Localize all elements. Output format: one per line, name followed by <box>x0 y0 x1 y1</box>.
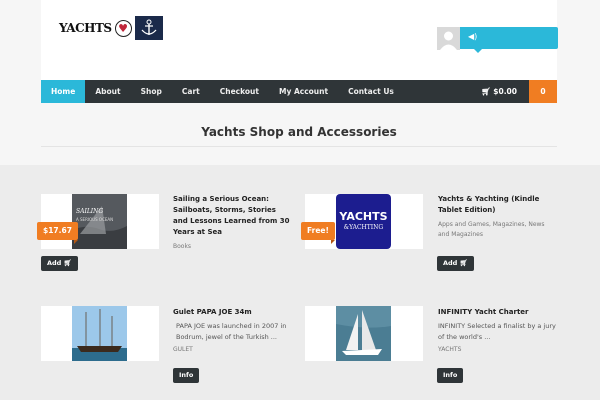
cart-total-button[interactable]: 🛒︎ $0.00 <box>469 80 529 103</box>
user-avatar[interactable] <box>437 27 460 50</box>
anchor-icon <box>134 16 163 40</box>
nav-home[interactable]: Home <box>41 80 86 103</box>
logo-text: YACHTS <box>59 21 112 35</box>
main-nav: Home About Shop Cart Checkout My Account… <box>41 80 557 103</box>
nav-checkout[interactable]: Checkout <box>210 80 269 103</box>
nav-contact-us[interactable]: Contact Us <box>338 80 404 103</box>
info-button[interactable]: Info <box>437 368 464 383</box>
add-to-cart-button[interactable]: Add 🛒︎ <box>41 256 78 271</box>
cart-icon: 🛒︎ <box>63 259 72 267</box>
price-tag: $17.67 <box>37 222 78 244</box>
volume-icon: ◀) <box>468 32 478 41</box>
cart-icon: 🛒︎ <box>459 259 468 267</box>
product-description: PAPA JOE was launched in 2007 in Bodrum,… <box>176 322 287 341</box>
product-category[interactable]: YACHTS <box>438 345 461 355</box>
nav-about[interactable]: About <box>85 80 130 103</box>
site-logo[interactable]: YACHTS ♥ <box>59 16 163 40</box>
svg-text:SAILING: SAILING <box>76 208 103 215</box>
info-button[interactable]: Info <box>173 368 200 383</box>
nav-my-account[interactable]: My Account <box>269 80 338 103</box>
product-description: INFINITY Selected a finalist by a jury o… <box>438 322 556 341</box>
product-card: YACHTS &YACHTING Free! Add 🛒︎ Yachts & Y… <box>300 165 600 280</box>
product-category[interactable]: Apps and Games, Magazines, News and Maga… <box>438 220 556 240</box>
cart-icon: 🛒︎ <box>481 87 491 96</box>
user-message-bar[interactable]: ◀) <box>460 27 558 53</box>
product-title[interactable]: INFINITY Yacht Charter <box>438 307 556 318</box>
product-title[interactable]: Yachts & Yachting (Kindle Tablet Edition… <box>438 194 558 216</box>
product-card: Info INFINITY Yacht Charter INFINITY Sel… <box>300 280 600 400</box>
product-title[interactable]: Gulet PAPA JOE 34m <box>173 307 291 318</box>
svg-text:&YACHTING: &YACHTING <box>344 224 384 231</box>
price-tag: Free! <box>301 222 335 244</box>
product-image[interactable] <box>305 306 423 361</box>
product-category[interactable]: GULET <box>173 345 193 355</box>
button-label: Add <box>47 259 62 267</box>
cart-total: $0.00 <box>493 87 517 96</box>
product-grid: SAILING A SERIOUS OCEAN $17.67 Add 🛒︎ Sa… <box>0 165 600 400</box>
button-label: Add <box>443 259 458 267</box>
product-image[interactable] <box>41 306 159 361</box>
product-category[interactable]: Books <box>173 242 191 252</box>
product-card: SAILING A SERIOUS OCEAN $17.67 Add 🛒︎ Sa… <box>0 165 300 280</box>
add-to-cart-button[interactable]: Add 🛒︎ <box>437 256 474 271</box>
svg-text:YACHTS: YACHTS <box>338 210 387 223</box>
product-title[interactable]: Sailing a Serious Ocean: Sailboats, Stor… <box>173 194 293 238</box>
heart-icon: ♥ <box>114 19 132 37</box>
nav-shop[interactable]: Shop <box>131 80 172 103</box>
svg-text:A SERIOUS OCEAN: A SERIOUS OCEAN <box>76 217 113 222</box>
product-card: Info Gulet PAPA JOE 34m PAPA JOE was lau… <box>0 280 300 400</box>
nav-cart[interactable]: Cart <box>172 80 210 103</box>
title-divider <box>41 146 557 147</box>
page-title: Yachts Shop and Accessories <box>201 125 397 139</box>
cart-count-badge[interactable]: 0 <box>529 80 557 103</box>
